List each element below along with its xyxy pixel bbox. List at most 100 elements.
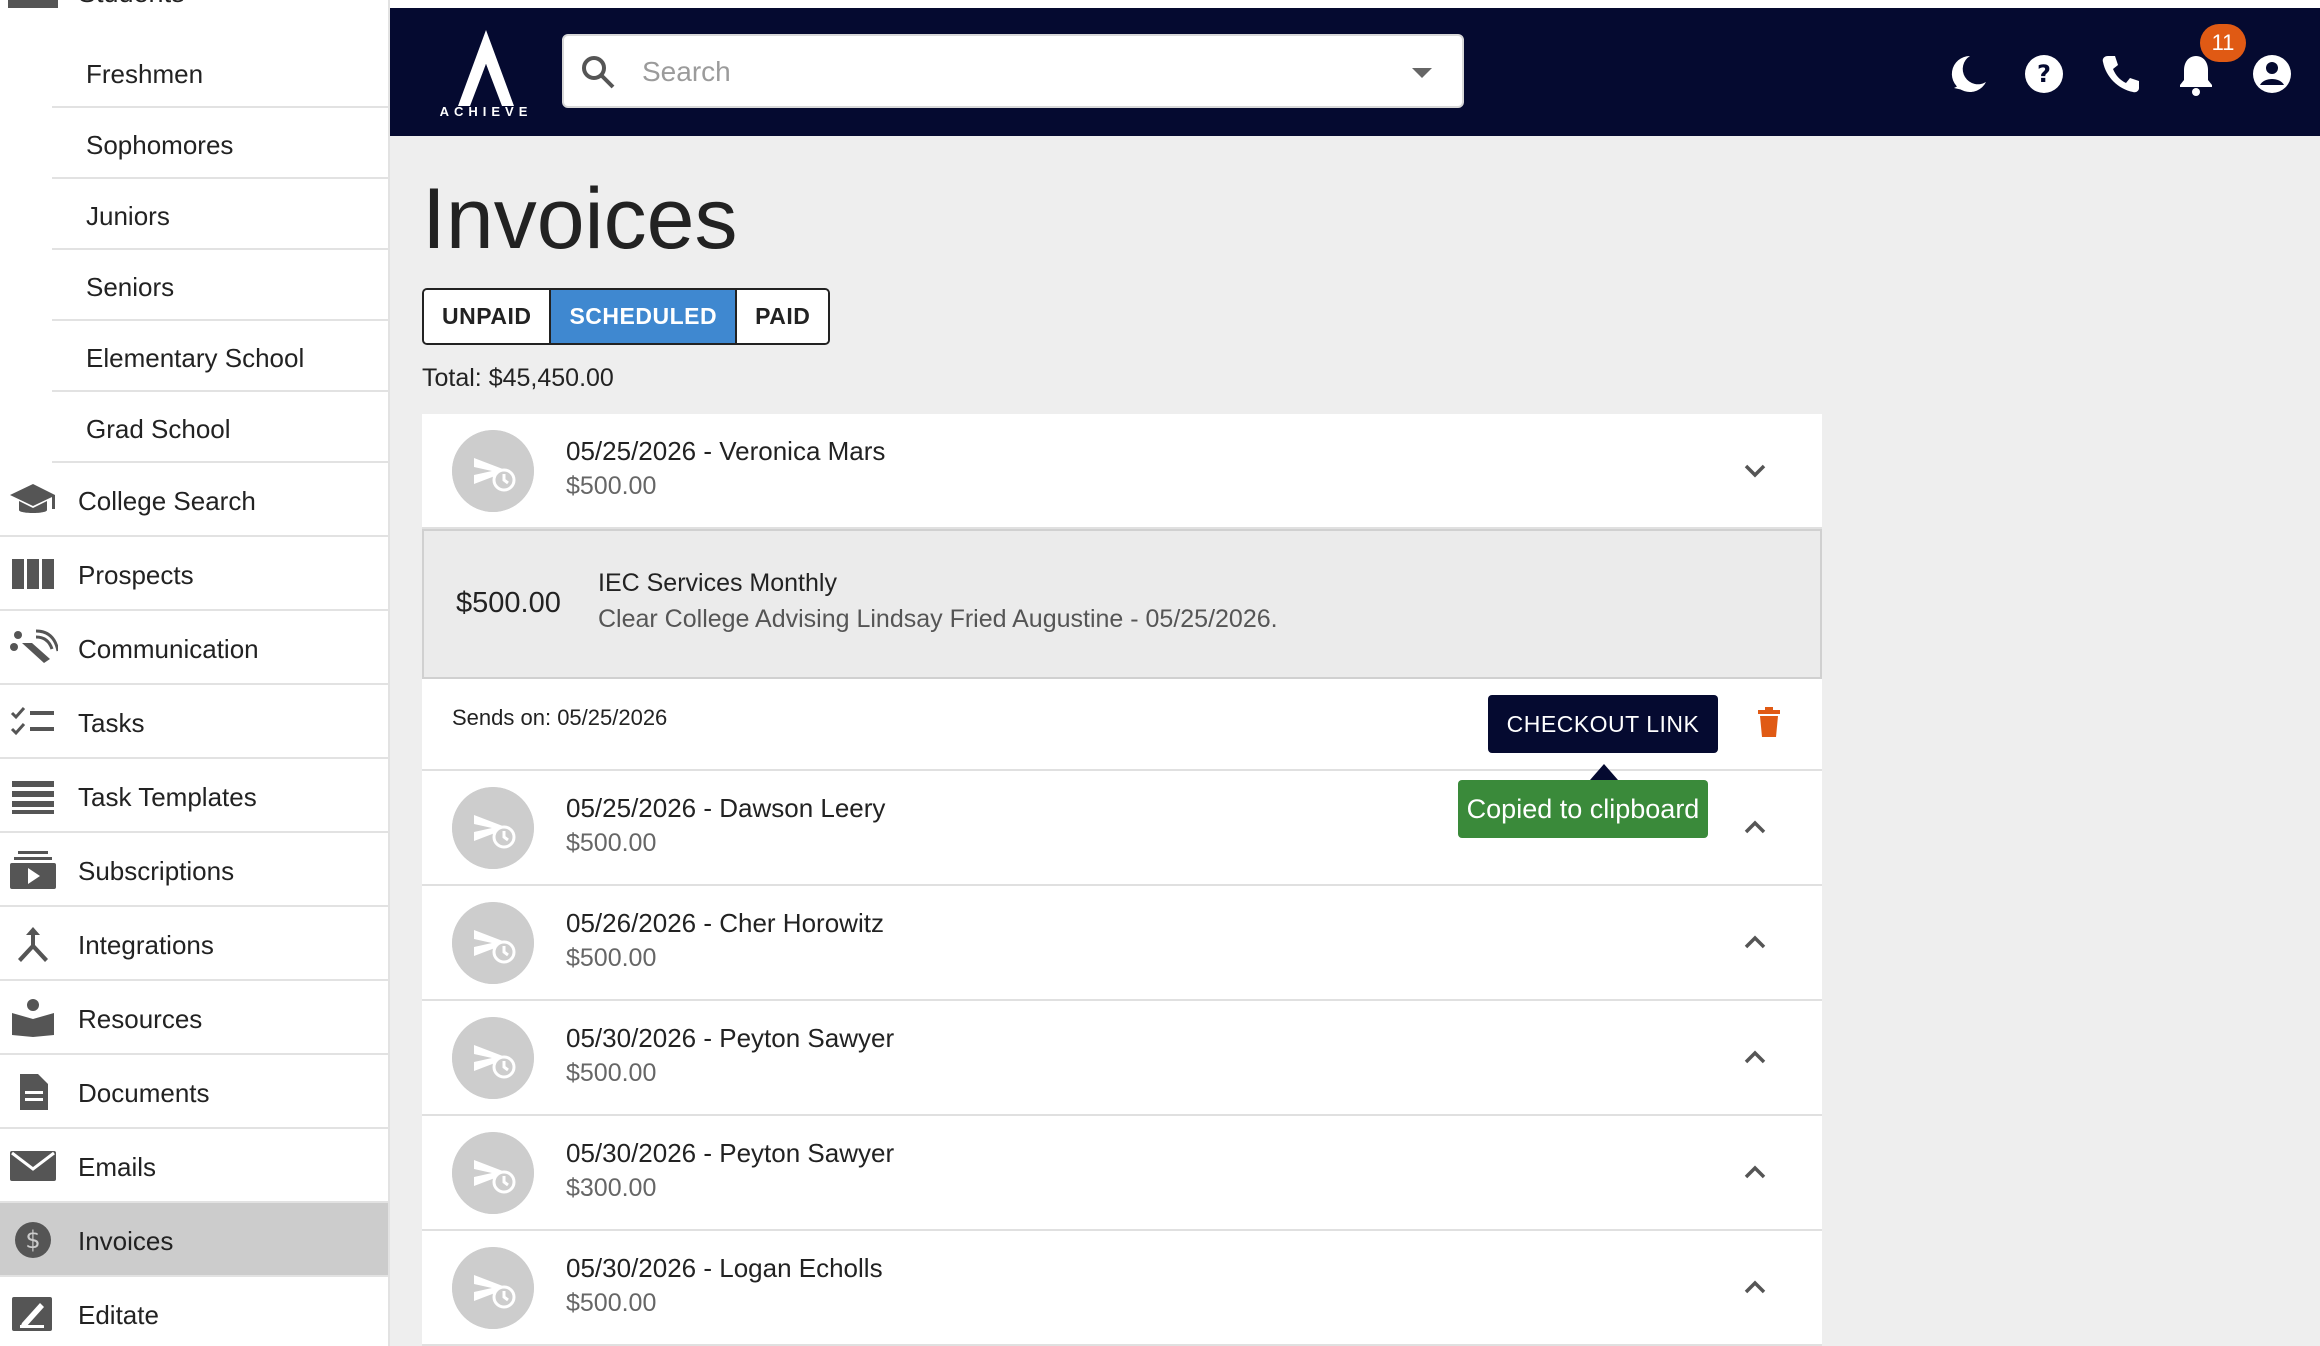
search-input[interactable] [642,50,1382,94]
invoice-row[interactable]: 05/25/2026 - Veronica Mars $500.00 [422,414,1822,529]
invoice-title: 05/30/2026 - Peyton Sawyer [566,1023,895,1053]
sidebar-subitem-label: Seniors [86,272,175,302]
sidebar-item-communication[interactable]: Communication [0,611,388,685]
copied-tooltip: Copied to clipboard [1458,780,1708,838]
sends-on-date: Sends on: 05/25/2026 [452,705,668,730]
sidebar-item-task-templates[interactable]: Task Templates [0,759,388,833]
logo-text: ACHIEVE [439,104,533,119]
sidebar-item-label: College Search [78,486,256,516]
columns-icon [12,559,54,589]
dollar-icon: $ [15,1222,51,1258]
sidebar-item-emails[interactable]: Emails [0,1129,388,1203]
help-icon[interactable]: ? [2022,52,2066,96]
sidebar-subitem-label: Juniors [86,201,170,231]
sidebar-subitem-label: Sophomores [86,130,234,160]
checkout-link-button[interactable]: CHECKOUT LINK [1488,695,1718,753]
sidebar-item-label: Resources [78,1004,203,1034]
sidebar-subitem-label: Elementary School [86,343,305,373]
invoice-title: 05/30/2026 - Logan Echolls [566,1253,883,1283]
invoice-row[interactable]: 05/30/2026 - Logan Echolls $500.00 [422,1231,1822,1346]
invoice-row[interactable]: 05/30/2026 - Peyton Sawyer $300.00 [422,1116,1822,1231]
sidebar-item-invoices[interactable]: $ Invoices [0,1203,388,1277]
invoice-amount: $500.00 [566,472,657,500]
line-item-title: IEC Services Monthly [598,569,837,597]
sidebar-item-label: Emails [78,1152,157,1182]
sidebar-item-tasks[interactable]: Tasks [0,685,388,759]
sidebar-subitem-label: Freshmen [86,59,204,89]
sidebar-subitem-grad-school[interactable]: Grad School [52,392,388,463]
dark-mode-icon[interactable] [1946,52,1990,96]
line-item-amount: $500.00 [456,587,561,619]
invoice-title: 05/26/2026 - Cher Horowitz [566,908,884,938]
sidebar-item-label: Editate [78,1300,159,1330]
students-icon [8,0,58,8]
chevron-up-icon[interactable] [1738,926,1772,960]
top-header: ACHIEVE ? 11 [390,8,2320,136]
invoice-title: 05/25/2026 - Veronica Mars [566,436,886,466]
scheduled-send-icon [452,1247,534,1329]
sidebar-item-students-partial[interactable]: Students [0,0,388,9]
sidebar-item-label: Documents [78,1078,210,1108]
merge-icon [18,927,48,962]
sidebar-subitem-freshmen[interactable]: Freshmen [52,37,388,108]
scheduled-send-icon [452,902,534,984]
list-icon [12,781,54,814]
invoice-line-item: $500.00 IEC Services Monthly Clear Colle… [422,529,1822,679]
tooltip-arrow [1590,764,1618,780]
sidebar-subitem-sophomores[interactable]: Sophomores [52,108,388,179]
book-icon [12,999,54,1037]
tab-unpaid[interactable]: UNPAID [424,290,552,343]
tab-scheduled[interactable]: SCHEDULED [551,290,738,343]
trash-icon[interactable] [1756,707,1782,737]
sidebar-item-integrations[interactable]: Integrations [0,907,388,981]
invoice-row[interactable]: 05/26/2026 - Cher Horowitz $500.00 [422,886,1822,1001]
chevron-down-icon[interactable] [1412,68,1432,78]
search-box[interactable] [562,34,1464,108]
page-title: Invoices [422,171,738,267]
subscriptions-icon [10,851,56,889]
sidebar-item-label: Invoices [78,1226,174,1256]
sidebar-item-prospects[interactable]: Prospects [0,537,388,611]
sidebar-item-editate[interactable]: Editate [0,1277,388,1346]
scheduled-send-icon [452,430,534,512]
sidebar-item-label: Students [78,0,185,9]
chevron-up-icon[interactable] [1738,1271,1772,1305]
invoice-amount: $500.00 [566,829,657,857]
sidebar-item-label: Prospects [78,560,194,590]
sidebar-item-label: Communication [78,634,259,664]
sidebar-item-college-search[interactable]: College Search [0,463,388,537]
user-account-icon[interactable] [2250,52,2294,96]
chevron-up-icon[interactable] [1738,1041,1772,1075]
invoice-amount: $500.00 [566,1059,657,1087]
communication-icon [10,629,58,663]
sidebar-subitem-juniors[interactable]: Juniors [52,179,388,250]
invoices-total: Total: $45,450.00 [422,364,614,392]
edit-icon [12,1297,52,1331]
sidebar-item-label: Integrations [78,930,214,960]
graduation-cap-icon [10,484,55,513]
scheduled-send-icon [452,1132,534,1214]
invoice-title: 05/25/2026 - Dawson Leery [566,793,886,823]
scheduled-send-icon [452,1017,534,1099]
chevron-up-icon[interactable] [1738,811,1772,845]
sidebar-item-resources[interactable]: Resources [0,981,388,1055]
sidebar-subitem-seniors[interactable]: Seniors [52,250,388,321]
invoice-amount: $300.00 [566,1174,657,1202]
invoice-row[interactable]: 05/30/2026 - Peyton Sawyer $500.00 [422,1001,1822,1116]
phone-icon[interactable] [2098,52,2142,96]
invoice-title: 05/30/2026 - Peyton Sawyer [566,1138,895,1168]
chevron-up-icon[interactable] [1738,1156,1772,1190]
invoice-status-tabs: UNPAID SCHEDULED PAID [422,288,831,345]
invoice-actions-bar: Sends on: 05/25/2026 CHECKOUT LINK [422,679,1822,771]
main-content: Invoices UNPAID SCHEDULED PAID Total: $4… [390,136,2320,1346]
sidebar-subitem-label: Grad School [86,414,231,444]
sidebar-item-documents[interactable]: Documents [0,1055,388,1129]
notification-count-badge: 11 [2200,24,2246,62]
invoice-amount: $500.00 [566,1289,657,1317]
chevron-down-icon[interactable] [1738,454,1772,488]
tab-paid[interactable]: PAID [737,290,829,343]
sidebar-item-subscriptions[interactable]: Subscriptions [0,833,388,907]
sidebar-item-label: Tasks [78,708,145,738]
scheduled-send-icon [452,787,534,869]
sidebar-subitem-elementary-school[interactable]: Elementary School [52,321,388,392]
